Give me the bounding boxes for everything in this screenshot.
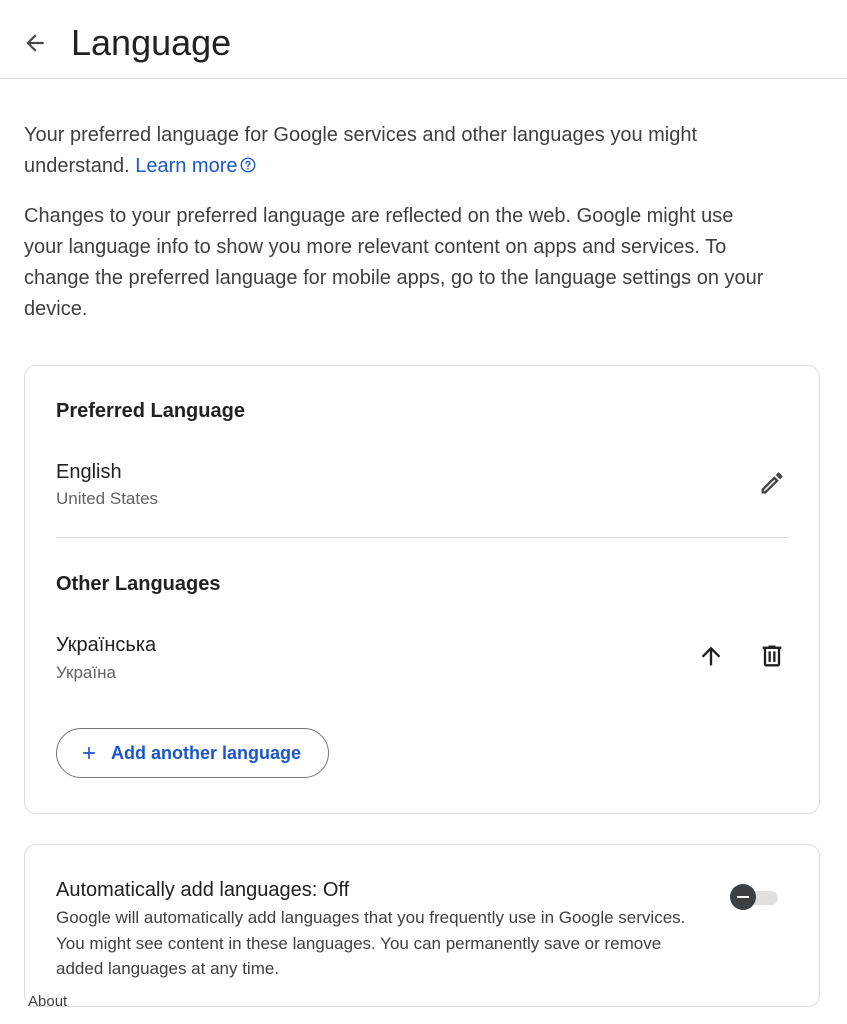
trash-icon [762,645,782,667]
add-language-button[interactable]: Add another language [56,728,329,778]
back-arrow-icon [26,34,44,52]
auto-add-title: Automatically add languages: Off [56,879,350,901]
preferred-language-heading: Preferred Language [56,400,245,422]
preferred-language-name: English [56,461,122,483]
move-up-button[interactable] [691,636,731,676]
info-paragraph: Changes to your preferred language are r… [24,205,764,320]
arrow-up-icon [701,646,721,666]
add-language-label: Add another language [111,742,302,763]
intro-paragraph: Your preferred language for Google servi… [24,120,764,182]
learn-more-link[interactable]: Learn more [135,155,257,177]
section-divider [56,537,789,538]
languages-card: Preferred Language English United States… [24,365,820,814]
page-title: Language [71,22,232,63]
toggle-thumb [730,884,756,910]
pencil-icon [761,472,783,494]
app-header: Language [0,0,847,79]
auto-add-description: Google will automatically add languages … [56,908,686,978]
auto-add-toggle[interactable] [730,883,780,911]
other-language-name: Українська [56,634,157,656]
remove-language-button[interactable] [752,636,792,676]
learn-more-label: Learn more [135,155,238,177]
other-language-region: Україна [56,663,116,682]
intro-text: Your preferred language for Google servi… [24,124,698,177]
help-circle-icon [241,157,256,173]
about-link[interactable]: About [28,993,67,1011]
edit-preferred-language-button[interactable] [752,463,792,503]
preferred-language-region: United States [56,489,159,508]
back-button[interactable] [18,26,52,60]
plus-icon [79,743,99,763]
other-languages-heading: Other Languages [56,573,221,595]
auto-add-card: Automatically add languages: Off Google … [24,844,820,1007]
